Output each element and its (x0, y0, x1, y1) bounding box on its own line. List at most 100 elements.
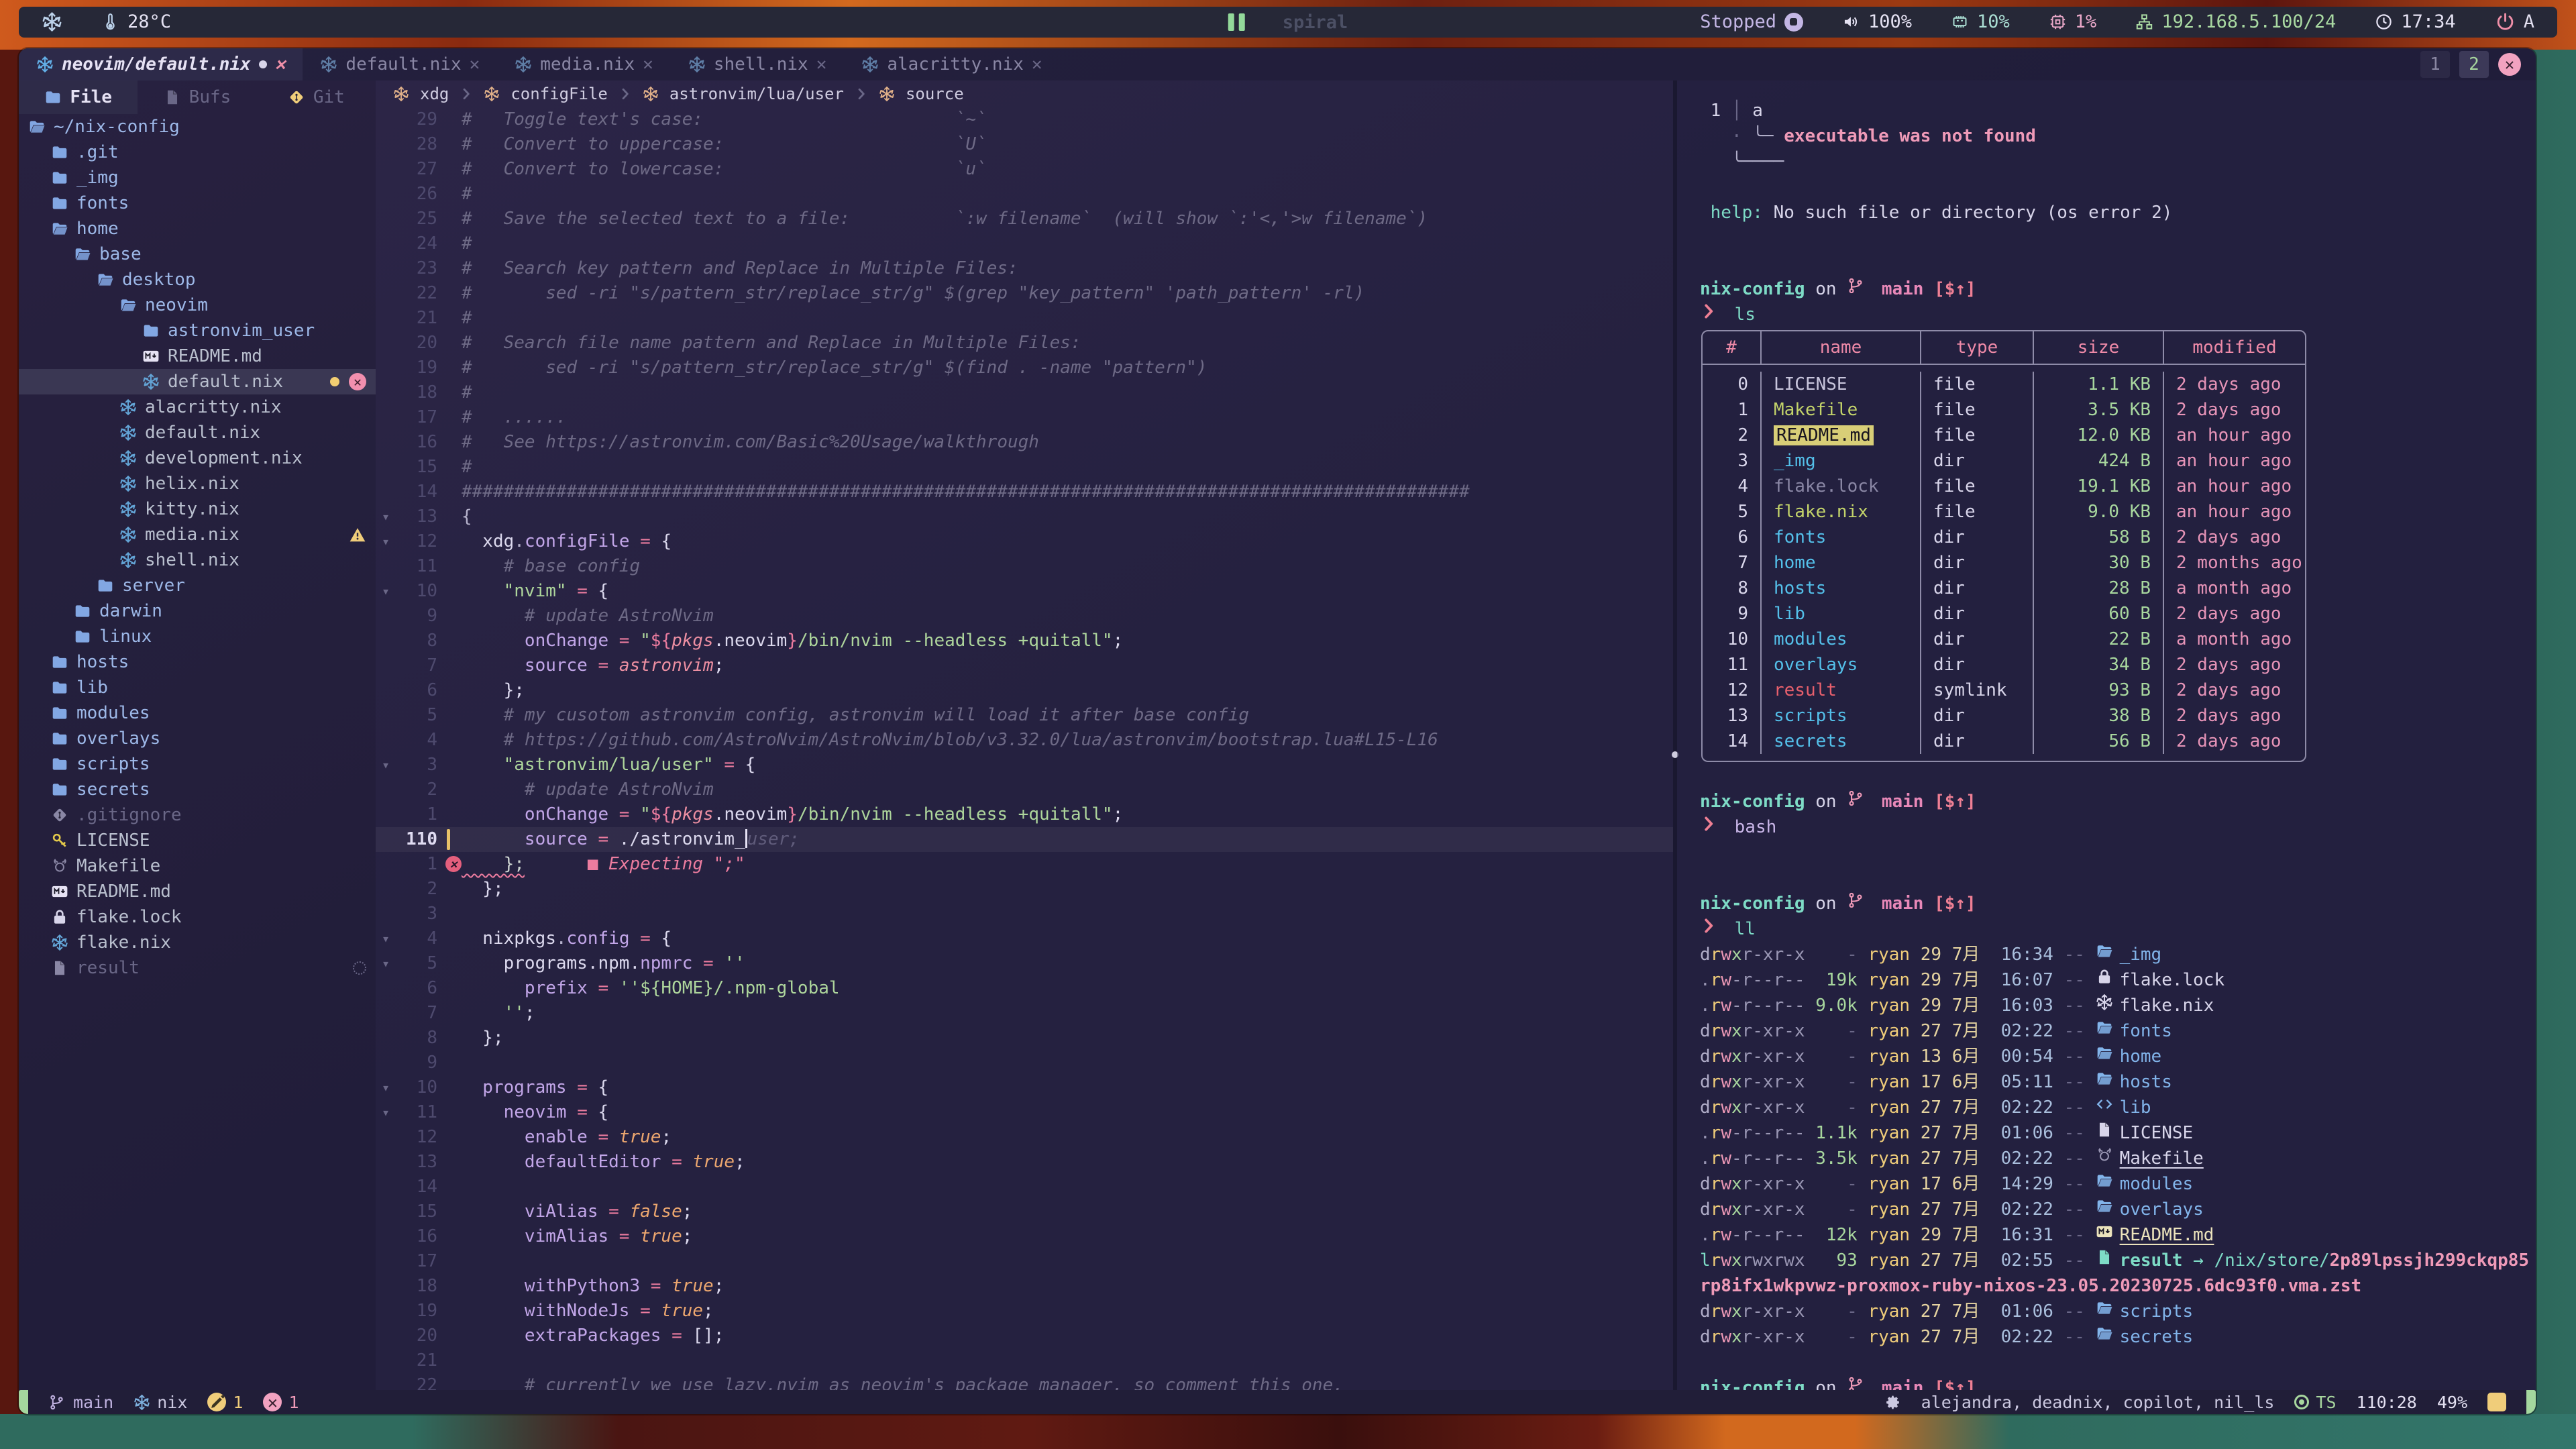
code-line[interactable]: 20 extraPackages = []; (376, 1324, 1673, 1348)
code-line[interactable]: 1✕ }; ■ Expecting ";" (376, 852, 1673, 877)
code-line[interactable]: 9 # update AstroNvim (376, 604, 1673, 629)
tree-item--img[interactable]: _img (19, 165, 376, 191)
code-line[interactable]: 19 withNodeJs = true; (376, 1299, 1673, 1324)
tree-item-kitty-nix[interactable]: kitty.nix (19, 496, 376, 522)
network-icon[interactable] (2135, 13, 2153, 31)
code-line[interactable]: 26# (376, 182, 1673, 207)
code-line[interactable]: 25# Save the selected text to a file: `:… (376, 207, 1673, 231)
fold-open-icon[interactable]: ▾ (376, 529, 396, 554)
terminal-pane[interactable]: 1 │ a · ╰─ executable was not found ╰───… (1677, 80, 2536, 1390)
code-line[interactable]: ▾10 "nvim" = { (376, 579, 1673, 604)
code-line[interactable]: 23# Search key pattern and Replace in Mu… (376, 256, 1673, 281)
fold-open-icon[interactable]: ▾ (376, 951, 396, 976)
tree-item-Makefile[interactable]: Makefile (19, 853, 376, 879)
fold-open-icon[interactable]: ▾ (376, 579, 396, 604)
vim-tab-1[interactable]: 1 (2420, 51, 2450, 78)
code-line[interactable]: 21# (376, 306, 1673, 331)
code-line[interactable]: 18 withPython3 = true; (376, 1274, 1673, 1299)
code-line[interactable]: 7 ''; (376, 1001, 1673, 1026)
code-line[interactable]: 13 defaultEditor = true; (376, 1150, 1673, 1175)
tree-item-default-nix[interactable]: default.nix (19, 420, 376, 445)
buffer-tab-default-nix[interactable]: default.nix✕ (303, 48, 497, 80)
code-line[interactable]: 14######################################… (376, 480, 1673, 504)
stop-icon[interactable] (1784, 13, 1803, 32)
code-line[interactable]: 22 # currently we use lazy.nvim as neovi… (376, 1373, 1673, 1390)
tree-item-LICENSE[interactable]: LICENSE (19, 828, 376, 853)
code-line-current[interactable]: 110 source = ./astronvim_user; (376, 827, 1673, 852)
explorer-tab-bufs[interactable]: Bufs (138, 80, 256, 114)
tree-item-desktop[interactable]: desktop (19, 267, 376, 292)
code-line[interactable]: 19# sed -ri "s/pattern_str/replace_str/g… (376, 356, 1673, 380)
tree-item-result[interactable]: result (19, 955, 376, 981)
tree-item-home[interactable]: home (19, 216, 376, 241)
code-line[interactable]: 8 }; (376, 1026, 1673, 1051)
code-line[interactable]: 12 enable = true; (376, 1125, 1673, 1150)
tree-item-modules[interactable]: modules (19, 700, 376, 726)
code-line[interactable]: 11 # base config (376, 554, 1673, 579)
code-line[interactable]: 17# ...... (376, 405, 1673, 430)
breadcrumb-segment[interactable]: xdg (420, 85, 449, 103)
buffer-close-icon[interactable]: ✕ (816, 54, 827, 74)
tree-item--gitignore[interactable]: .gitignore (19, 802, 376, 828)
code-line[interactable]: 16 vimAlias = true; (376, 1224, 1673, 1249)
volume-icon[interactable] (1842, 13, 1860, 31)
fold-open-icon[interactable]: ▾ (376, 1100, 396, 1125)
tree-item-flake-nix[interactable]: flake.nix (19, 930, 376, 955)
tree-item-flake-lock[interactable]: flake.lock (19, 904, 376, 930)
modified-icon[interactable] (207, 1393, 226, 1411)
code-line[interactable]: 4 # https://github.com/AstroNvim/AstroNv… (376, 728, 1673, 753)
code-line[interactable]: ▾13{ (376, 504, 1673, 529)
code-line[interactable]: 5 # my cusotom astronvim config, astronv… (376, 703, 1673, 728)
tree-item-lib[interactable]: lib (19, 675, 376, 700)
code-line[interactable]: 17 (376, 1249, 1673, 1274)
code-line[interactable]: 3 (376, 902, 1673, 926)
code-line[interactable]: 6 }; (376, 678, 1673, 703)
tree-item-scripts[interactable]: scripts (19, 751, 376, 777)
code-line[interactable]: 2 }; (376, 877, 1673, 902)
code-line[interactable]: 27# Convert to lowercase: `u` (376, 157, 1673, 182)
tree-item-darwin[interactable]: darwin (19, 598, 376, 624)
code-line[interactable]: ▾5 programs.npm.npmrc = '' (376, 951, 1673, 976)
buffer-close-icon[interactable]: ✕ (275, 54, 286, 74)
diagnostics-error-icon[interactable]: ✕ (263, 1393, 282, 1411)
tree-item-fonts[interactable]: fonts (19, 191, 376, 216)
code-line[interactable]: 21 (376, 1348, 1673, 1373)
explorer-tab-git[interactable]: Git (257, 80, 376, 114)
buffer-close-icon[interactable]: ✕ (1032, 54, 1042, 74)
code-line[interactable]: ▾12 xdg.configFile = { (376, 529, 1673, 554)
tree-item-shell-nix[interactable]: shell.nix (19, 547, 376, 573)
code-line[interactable]: 7 source = astronvim; (376, 653, 1673, 678)
code-line[interactable]: ▾3 "astronvim/lua/user" = { (376, 753, 1673, 777)
buffer-close-icon[interactable]: ✕ (643, 54, 653, 74)
code-line[interactable]: ▾11 neovim = { (376, 1100, 1673, 1125)
tree-item-alacritty-nix[interactable]: alacritty.nix (19, 394, 376, 420)
fold-open-icon[interactable]: ▾ (376, 753, 396, 777)
buffer-tab-shell-nix[interactable]: shell.nix✕ (671, 48, 845, 80)
code-line[interactable]: 15 viAlias = false; (376, 1199, 1673, 1224)
tree-item-neovim[interactable]: neovim (19, 292, 376, 318)
breadcrumb-segment[interactable]: source (906, 85, 964, 103)
tree-item-linux[interactable]: linux (19, 624, 376, 649)
vim-tab-2[interactable]: 2 (2459, 51, 2489, 78)
tree-item-overlays[interactable]: overlays (19, 726, 376, 751)
buffer-tab-neovim-default-nix[interactable]: neovim/default.nix✕ (19, 48, 303, 80)
code-line[interactable]: 24# (376, 231, 1673, 256)
code-line[interactable]: 22# sed -ri "s/pattern_str/replace_str/g… (376, 281, 1673, 306)
tree-item-base[interactable]: base (19, 241, 376, 267)
code-line[interactable]: 20# Search file name pattern and Replace… (376, 331, 1673, 356)
tree-item-README-md[interactable]: README.md (19, 879, 376, 904)
tree-item--nix-config[interactable]: ~/nix-config (19, 114, 376, 140)
code-line[interactable]: 1 onChange = "${pkgs.neovim}/bin/nvim --… (376, 802, 1673, 827)
breadcrumb-segment[interactable]: configFile (511, 85, 608, 103)
fold-open-icon[interactable]: ▾ (376, 504, 396, 529)
tree-item-server[interactable]: server (19, 573, 376, 598)
tree-item-helix-nix[interactable]: helix.nix (19, 471, 376, 496)
close-buffer-icon[interactable]: ✕ (349, 373, 366, 390)
buffer-close-icon[interactable]: ✕ (470, 54, 480, 74)
breadcrumb-segment[interactable]: astronvim/lua/user (669, 85, 844, 103)
code-line[interactable]: 2 # update AstroNvim (376, 777, 1673, 802)
code-line[interactable]: 18# (376, 380, 1673, 405)
code-line[interactable]: 14 (376, 1175, 1673, 1199)
tree-item-secrets[interactable]: secrets (19, 777, 376, 802)
code-line[interactable]: 8 onChange = "${pkgs.neovim}/bin/nvim --… (376, 629, 1673, 653)
